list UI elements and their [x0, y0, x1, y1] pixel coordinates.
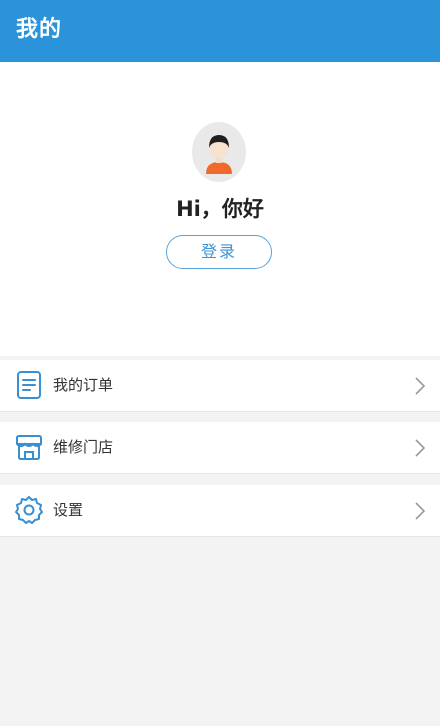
menu-item-label: 我的订单 [53, 376, 114, 394]
chevron-right-icon [414, 376, 426, 396]
menu-item-repair-stores[interactable]: 维修门店 [0, 422, 440, 474]
profile-section: Hi，你好 登录 [0, 62, 440, 356]
avatar[interactable] [192, 122, 246, 182]
gear-icon [14, 495, 44, 525]
avatar-icon [206, 135, 232, 174]
menu-item-orders[interactable]: 我的订单 [0, 360, 440, 412]
menu-item-label: 维修门店 [53, 438, 114, 456]
login-button[interactable]: 登录 [166, 235, 272, 269]
page-title: 我的 [16, 17, 63, 42]
store-icon [14, 432, 44, 462]
app-header: 我的 [0, 0, 440, 62]
menu-item-settings[interactable]: 设置 [0, 485, 440, 537]
menu-item-label: 设置 [53, 501, 84, 519]
document-icon [14, 370, 44, 400]
greeting-text: Hi，你好 [176, 197, 264, 221]
chevron-right-icon [414, 438, 426, 458]
chevron-right-icon [414, 501, 426, 521]
